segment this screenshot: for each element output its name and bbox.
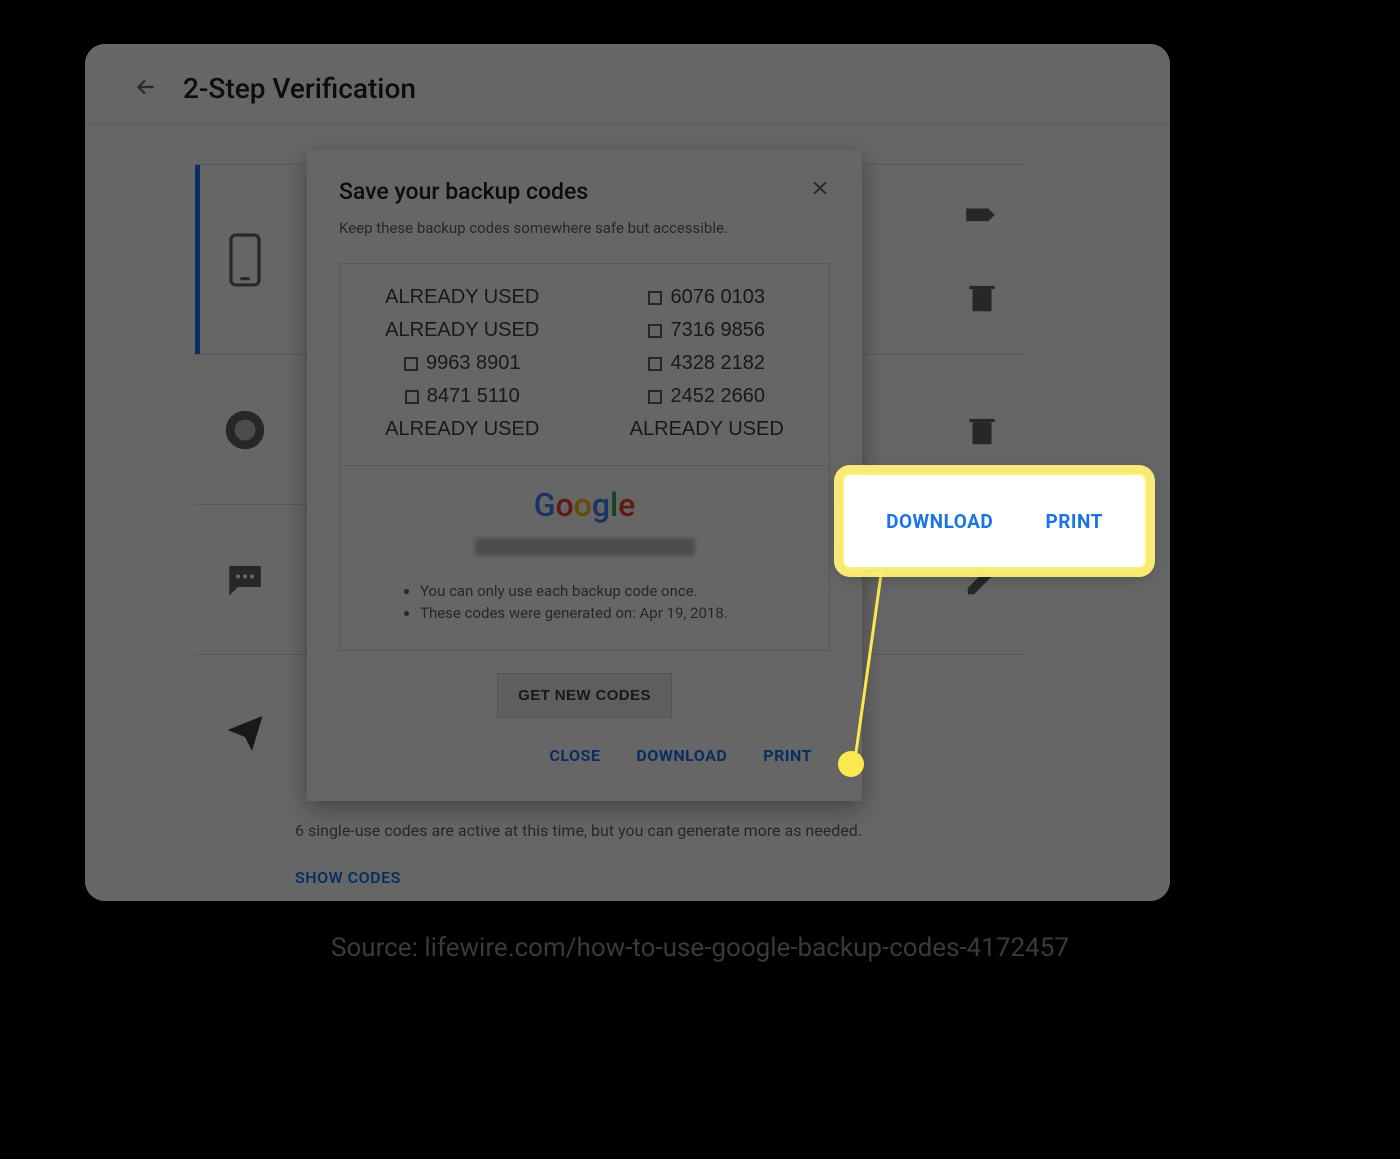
close-icon[interactable] — [810, 178, 830, 202]
back-arrow-icon[interactable] — [133, 74, 159, 104]
backup-code: ALREADY USED — [385, 286, 539, 309]
checkbox-icon — [404, 357, 418, 371]
codes-container: ALREADY USED ALREADY USED 9963 8901 8471 51… — [339, 263, 830, 466]
codes-status-text: 6 single-use codes are active at this ti… — [295, 821, 1055, 840]
get-new-codes-button[interactable]: GET NEW CODES — [497, 673, 672, 718]
page-title: 2-Step Verification — [183, 72, 416, 105]
checkbox-icon — [648, 390, 662, 404]
info-list: You can only use each backup code once. T… — [364, 582, 805, 622]
info-bullet: You can only use each backup code once. — [420, 582, 805, 600]
authenticator-icon — [219, 404, 271, 456]
backup-code: 8471 5110 — [405, 385, 520, 408]
download-button[interactable]: DOWNLOAD — [636, 746, 727, 765]
modal-subtitle: Keep these backup codes somewhere safe b… — [339, 219, 830, 237]
show-codes-button[interactable]: SHOW CODES — [295, 868, 1055, 887]
backup-code: ALREADY USED — [630, 418, 784, 441]
backup-code: 7316 9856 — [648, 319, 765, 342]
close-button[interactable]: CLOSE — [549, 746, 600, 765]
tag-icon[interactable] — [963, 199, 1001, 237]
checkbox-icon — [648, 357, 662, 371]
source-attribution: Source: lifewire.com/how-to-use-google-b… — [0, 933, 1400, 963]
backup-code: ALREADY USED — [385, 319, 539, 342]
backup-codes-modal: Save your backup codes Keep these backup… — [307, 150, 862, 801]
callout-download: DOWNLOAD — [886, 510, 993, 533]
checkbox-icon — [405, 390, 419, 404]
backup-code: 2452 2660 — [648, 385, 765, 408]
airplane-icon — [219, 704, 271, 756]
callout-highlight: DOWNLOAD PRINT — [842, 473, 1147, 569]
redacted-account — [475, 538, 695, 556]
checkbox-icon — [648, 324, 662, 338]
trash-icon[interactable] — [963, 411, 1001, 449]
trash-icon[interactable] — [963, 278, 1001, 316]
active-indicator — [195, 165, 200, 354]
print-button[interactable]: PRINT — [763, 746, 812, 765]
backup-code: 4328 2182 — [648, 352, 765, 375]
google-logo: Google — [364, 486, 805, 524]
backup-code: ALREADY USED — [385, 418, 539, 441]
message-icon — [219, 554, 271, 606]
checkbox-icon — [648, 291, 662, 305]
backup-code: 6076 0103 — [648, 286, 765, 309]
backup-code: 9963 8901 — [404, 352, 521, 375]
callout-print: PRINT — [1045, 510, 1102, 533]
modal-title: Save your backup codes — [339, 178, 588, 205]
callout-anchor-dot — [838, 751, 864, 777]
phone-icon — [219, 234, 271, 286]
info-bullet: These codes were generated on: Apr 19, 2… — [420, 604, 805, 622]
